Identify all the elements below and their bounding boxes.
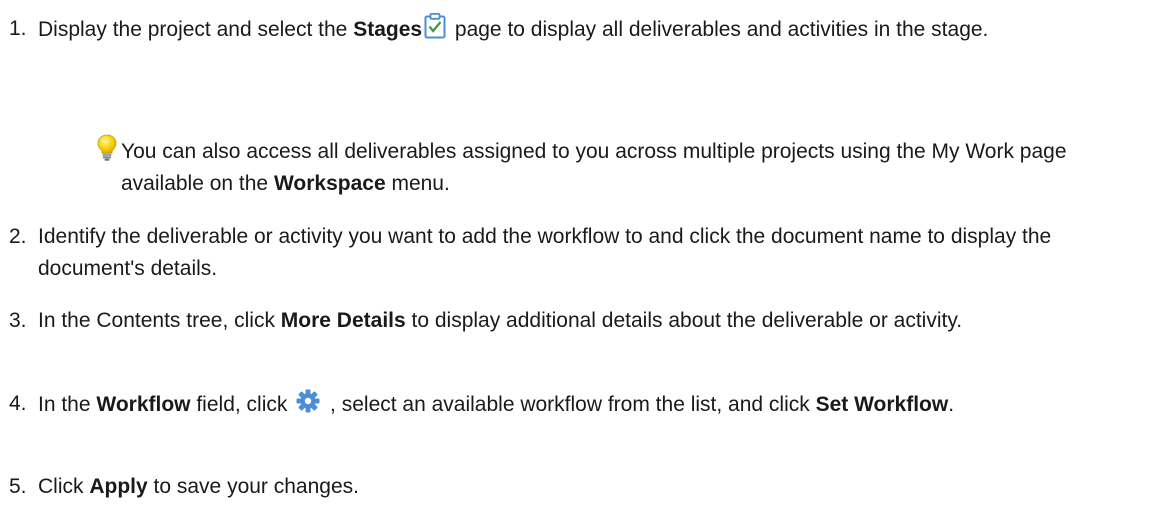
step-number: 4. [9, 392, 27, 415]
step-text: In the Workflow field, click , select an… [38, 388, 1153, 424]
step-number: 5. [9, 475, 27, 498]
step-text-part: In the [38, 393, 97, 416]
stages-clipboard-icon [424, 12, 446, 49]
step-number: 2. [9, 225, 27, 248]
apply-label: Apply [89, 475, 148, 498]
tip-text-part: You can also access all deliverables ass… [121, 140, 1067, 195]
gear-icon [295, 388, 321, 424]
step-text-part: . [948, 393, 955, 416]
lightbulb-icon [95, 134, 119, 162]
document-page: 1. Display the project and select the St… [0, 0, 1162, 514]
step-text: Display the project and select the Stage… [38, 12, 1153, 49]
set-workflow-label: Set Workflow [815, 393, 949, 416]
step-text-part: page to display all deliverables and act… [449, 18, 989, 41]
step-text-part: , select an available workflow from the … [324, 393, 816, 416]
more-details-label: More Details [280, 309, 406, 332]
step-text-part: In the Contents tree, click [38, 309, 281, 332]
tip-text-part: menu. [385, 172, 450, 195]
tip-text: You can also access all deliverables ass… [121, 136, 1141, 200]
step-text-part: field, click [190, 393, 294, 416]
step-text-part: Display the project and select the [38, 18, 354, 41]
workflow-label: Workflow [96, 393, 191, 416]
step-text-part: Click [38, 475, 90, 498]
stages-label: Stages [353, 18, 423, 41]
step-text-part: to display additional details about the … [405, 309, 963, 332]
step-number: 3. [9, 309, 27, 332]
step-text-part: to save your changes. [147, 475, 359, 498]
step-text: In the Contents tree, click More Details… [38, 305, 1153, 337]
step-text: Click Apply to save your changes. [38, 471, 1153, 503]
workspace-label: Workspace [273, 172, 386, 195]
step-number: 1. [9, 17, 27, 40]
step-text-part: Identify the deliverable or activity you… [38, 225, 1052, 280]
step-text: Identify the deliverable or activity you… [38, 221, 1153, 285]
